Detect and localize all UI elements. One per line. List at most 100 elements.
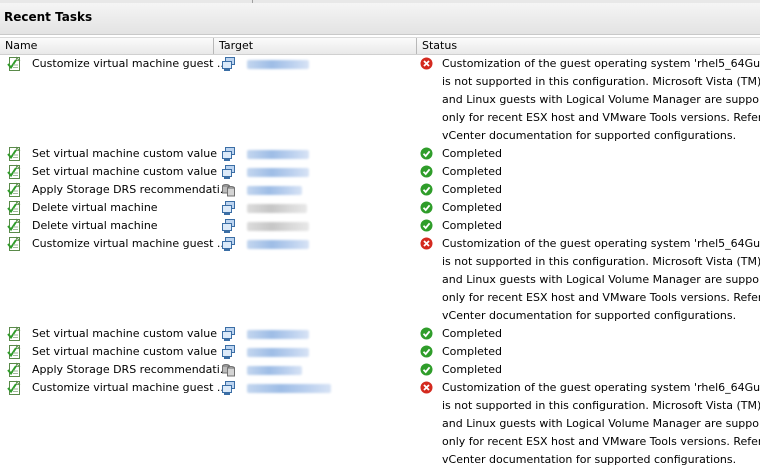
status-line: Customization of the guest operating sys… <box>442 237 760 250</box>
task-target-cell[interactable] <box>213 379 416 397</box>
task-name: Customize virtual machine guest ... <box>32 237 228 250</box>
status-line: and Linux guests with Logical Volume Man… <box>442 273 760 286</box>
task-target-cell[interactable] <box>213 181 416 199</box>
status-line: only for recent ESX host and VMware Tool… <box>442 111 760 124</box>
task-name-cell: Customize virtual machine guest ... <box>0 235 227 253</box>
vm-icon <box>221 57 236 72</box>
target-name-redacted[interactable] <box>247 186 302 195</box>
column-header-name-label: Name <box>5 39 38 52</box>
datastore-cluster-icon <box>221 363 236 378</box>
task-name-cell: Delete virtual machine <box>0 217 213 235</box>
task-name-cell: Set virtual machine custom value <box>0 325 217 343</box>
vm-icon <box>221 237 236 252</box>
task-status-text: Customization of the guest operating sys… <box>442 55 760 145</box>
target-name-redacted[interactable] <box>247 168 309 177</box>
task-target-cell[interactable] <box>213 163 416 181</box>
vm-icon <box>221 327 236 342</box>
status-line: is not supported in this configuration. … <box>442 399 760 412</box>
task-name-cell: Apply Storage DRS recommendati... <box>0 181 230 199</box>
success-icon <box>420 147 433 160</box>
task-name-cell: Customize virtual machine guest ... <box>0 55 227 73</box>
status-line: only for recent ESX host and VMware Tool… <box>442 291 760 304</box>
success-icon <box>420 345 433 358</box>
column-header-target[interactable]: Target <box>213 38 416 54</box>
task-status-text: Completed <box>442 343 752 361</box>
task-name: Customize virtual machine guest ... <box>32 381 228 394</box>
task-icon <box>7 146 23 162</box>
task-name: Delete virtual machine <box>32 201 158 214</box>
target-name-redacted[interactable] <box>247 366 302 375</box>
success-icon <box>420 165 433 178</box>
task-icon <box>7 362 23 378</box>
task-icon <box>7 344 23 360</box>
status-line: Customization of the guest operating sys… <box>442 57 760 70</box>
vm-icon <box>221 165 236 180</box>
task-name: Set virtual machine custom value <box>32 327 218 340</box>
task-status-text: Completed <box>442 181 752 199</box>
task-target-cell[interactable] <box>213 145 416 163</box>
column-header-name[interactable]: Name <box>0 38 213 54</box>
vm-icon <box>221 345 236 360</box>
task-icon <box>7 236 23 252</box>
success-icon <box>420 327 433 340</box>
column-header-target-label: Target <box>219 39 254 52</box>
success-icon <box>420 183 433 196</box>
task-status-text: Completed <box>442 163 752 181</box>
target-name-redacted[interactable] <box>247 384 331 393</box>
task-name: Set virtual machine custom value <box>32 147 218 160</box>
success-icon <box>420 201 433 214</box>
task-target-cell[interactable] <box>213 217 416 235</box>
task-target-cell[interactable] <box>213 325 416 343</box>
error-icon <box>420 237 433 250</box>
task-target-cell[interactable] <box>213 55 416 73</box>
task-name: Customize virtual machine guest ... <box>32 57 228 70</box>
task-name: Delete virtual machine <box>32 219 158 232</box>
task-icon <box>7 56 23 72</box>
task-icon <box>7 380 23 396</box>
task-target-cell[interactable] <box>213 235 416 253</box>
task-target-cell[interactable] <box>213 199 416 217</box>
task-name-cell: Delete virtual machine <box>0 199 213 217</box>
task-name: Set virtual machine custom value <box>32 345 218 358</box>
target-name-redacted[interactable] <box>247 330 309 339</box>
panel-title: Recent Tasks <box>4 10 93 24</box>
task-name: Apply Storage DRS recommendati... <box>32 363 231 376</box>
tasks-table-header: Name Target Status <box>0 37 760 55</box>
status-line: is not supported in this configuration. … <box>442 75 760 88</box>
task-name-cell: Set virtual machine custom value <box>0 163 217 181</box>
task-name-cell: Set virtual machine custom value <box>0 145 217 163</box>
status-line: is not supported in this configuration. … <box>442 255 760 268</box>
vm-icon <box>221 219 236 234</box>
task-name-cell: Apply Storage DRS recommendati... <box>0 361 230 379</box>
target-name-redacted[interactable] <box>247 204 307 213</box>
error-icon <box>420 57 433 70</box>
task-status-text: Completed <box>442 361 752 379</box>
target-name-redacted[interactable] <box>247 222 309 231</box>
task-status-text: Completed <box>442 325 752 343</box>
status-line: Completed <box>442 363 502 376</box>
status-line: vCenter documentation for supported conf… <box>442 453 737 466</box>
column-header-status-label: Status <box>422 39 458 52</box>
status-line: vCenter documentation for supported conf… <box>442 129 737 142</box>
task-icon <box>7 164 23 180</box>
task-status-text: Completed <box>442 145 752 163</box>
status-line: Completed <box>442 345 502 358</box>
task-target-cell[interactable] <box>213 343 416 361</box>
status-line: Completed <box>442 219 502 232</box>
status-line: Completed <box>442 183 502 196</box>
vm-icon <box>221 381 236 396</box>
column-header-status[interactable]: Status <box>416 38 760 54</box>
status-line: and Linux guests with Logical Volume Man… <box>442 417 760 430</box>
task-name: Set virtual machine custom value <box>32 165 218 178</box>
task-icon <box>7 200 23 216</box>
target-name-redacted[interactable] <box>247 150 309 159</box>
target-name-redacted[interactable] <box>247 348 309 357</box>
task-target-cell[interactable] <box>213 361 416 379</box>
target-name-redacted[interactable] <box>247 240 309 249</box>
vm-icon <box>221 147 236 162</box>
status-line: and Linux guests with Logical Volume Man… <box>442 93 760 106</box>
task-status-text: Customization of the guest operating sys… <box>442 235 760 325</box>
status-line: Completed <box>442 201 502 214</box>
target-name-redacted[interactable] <box>247 60 309 69</box>
status-line: Customization of the guest operating sys… <box>442 381 760 394</box>
